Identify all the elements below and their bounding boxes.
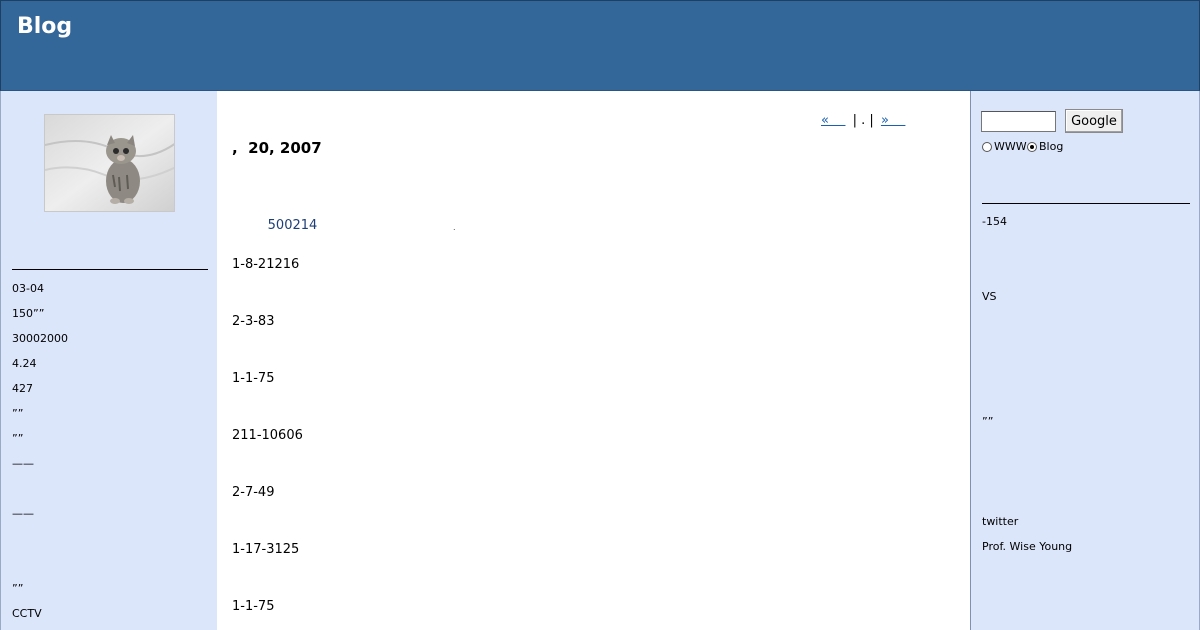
sidebar-link[interactable]: -154 bbox=[982, 215, 1007, 228]
post-nav-separator: | . | bbox=[852, 113, 874, 128]
post-dot: . bbox=[453, 223, 456, 232]
sidebar-link[interactable]: 03-04 bbox=[12, 282, 44, 295]
post-link[interactable]: 500214 bbox=[247, 218, 318, 233]
sidebar-link[interactable]: CCTV bbox=[12, 607, 42, 620]
kitten-picture bbox=[45, 115, 174, 211]
sidebar-link[interactable]: 30002000 bbox=[12, 332, 68, 345]
post-text-line: 211-10606 bbox=[232, 428, 303, 443]
post-text-line: 1-1-75 bbox=[232, 599, 275, 614]
post-text-line: 2-3-83 bbox=[232, 314, 275, 329]
blog-header: Blog bbox=[0, 0, 1200, 91]
sidebar-link[interactable]: 427 bbox=[12, 382, 33, 395]
sidebar-link[interactable]: 4.24 bbox=[12, 357, 37, 370]
sidebar-link[interactable]: ”” bbox=[12, 582, 23, 595]
radio-label-blog: Blog bbox=[1039, 140, 1064, 153]
post-navigation: « | . | » bbox=[821, 113, 905, 128]
post-date: , 20, 2007 bbox=[232, 139, 322, 157]
sidebar-link[interactable]: ”” bbox=[12, 432, 23, 445]
sidebar-link[interactable]: twitter bbox=[982, 515, 1018, 528]
blog-title[interactable]: Blog bbox=[17, 14, 72, 39]
previous-post-link[interactable]: « bbox=[821, 113, 845, 128]
sidebar-link[interactable]: ”” bbox=[12, 407, 23, 420]
radio-blog[interactable] bbox=[1027, 141, 1037, 152]
post-text-line: 2-7-49 bbox=[232, 485, 275, 500]
sidebar-link[interactable]: —— bbox=[12, 507, 34, 520]
sidebar-link[interactable]: 150”” bbox=[12, 307, 44, 320]
sidebar-link[interactable]: ”” bbox=[982, 415, 993, 428]
search-scope-blog[interactable]: Blog bbox=[1027, 140, 1063, 153]
radio-www[interactable] bbox=[982, 141, 992, 152]
sidebar-link[interactable]: Prof. Wise Young bbox=[982, 540, 1072, 553]
radio-label-www: WWW bbox=[994, 140, 1027, 153]
next-post-link[interactable]: » bbox=[881, 113, 905, 128]
sidebar-link[interactable]: VS bbox=[982, 290, 997, 303]
google-search-button[interactable]: Google bbox=[1065, 109, 1123, 133]
post-text-line: 1-8-21216 bbox=[232, 257, 300, 272]
kitten-avatar-image bbox=[44, 114, 175, 212]
post-main-column: « | . | » , 20, 2007 500214 . 1-8-21216 … bbox=[217, 91, 970, 630]
sidebar-divider bbox=[12, 269, 208, 270]
sidebar-link[interactable]: —— bbox=[12, 457, 34, 470]
post-text-line: 1-1-75 bbox=[232, 371, 275, 386]
left-sidebar: 03-04 150”” 30002000 4.24 427 ”” ”” —— —… bbox=[0, 91, 217, 630]
right-sidebar: Google WWW Blog -154 VS ”” twitter Prof.… bbox=[970, 91, 1200, 630]
search-scope-www[interactable]: WWW bbox=[982, 140, 1027, 153]
search-input[interactable] bbox=[981, 111, 1056, 132]
post-text-line: 1-17-3125 bbox=[232, 542, 300, 557]
sidebar-divider bbox=[982, 203, 1190, 204]
